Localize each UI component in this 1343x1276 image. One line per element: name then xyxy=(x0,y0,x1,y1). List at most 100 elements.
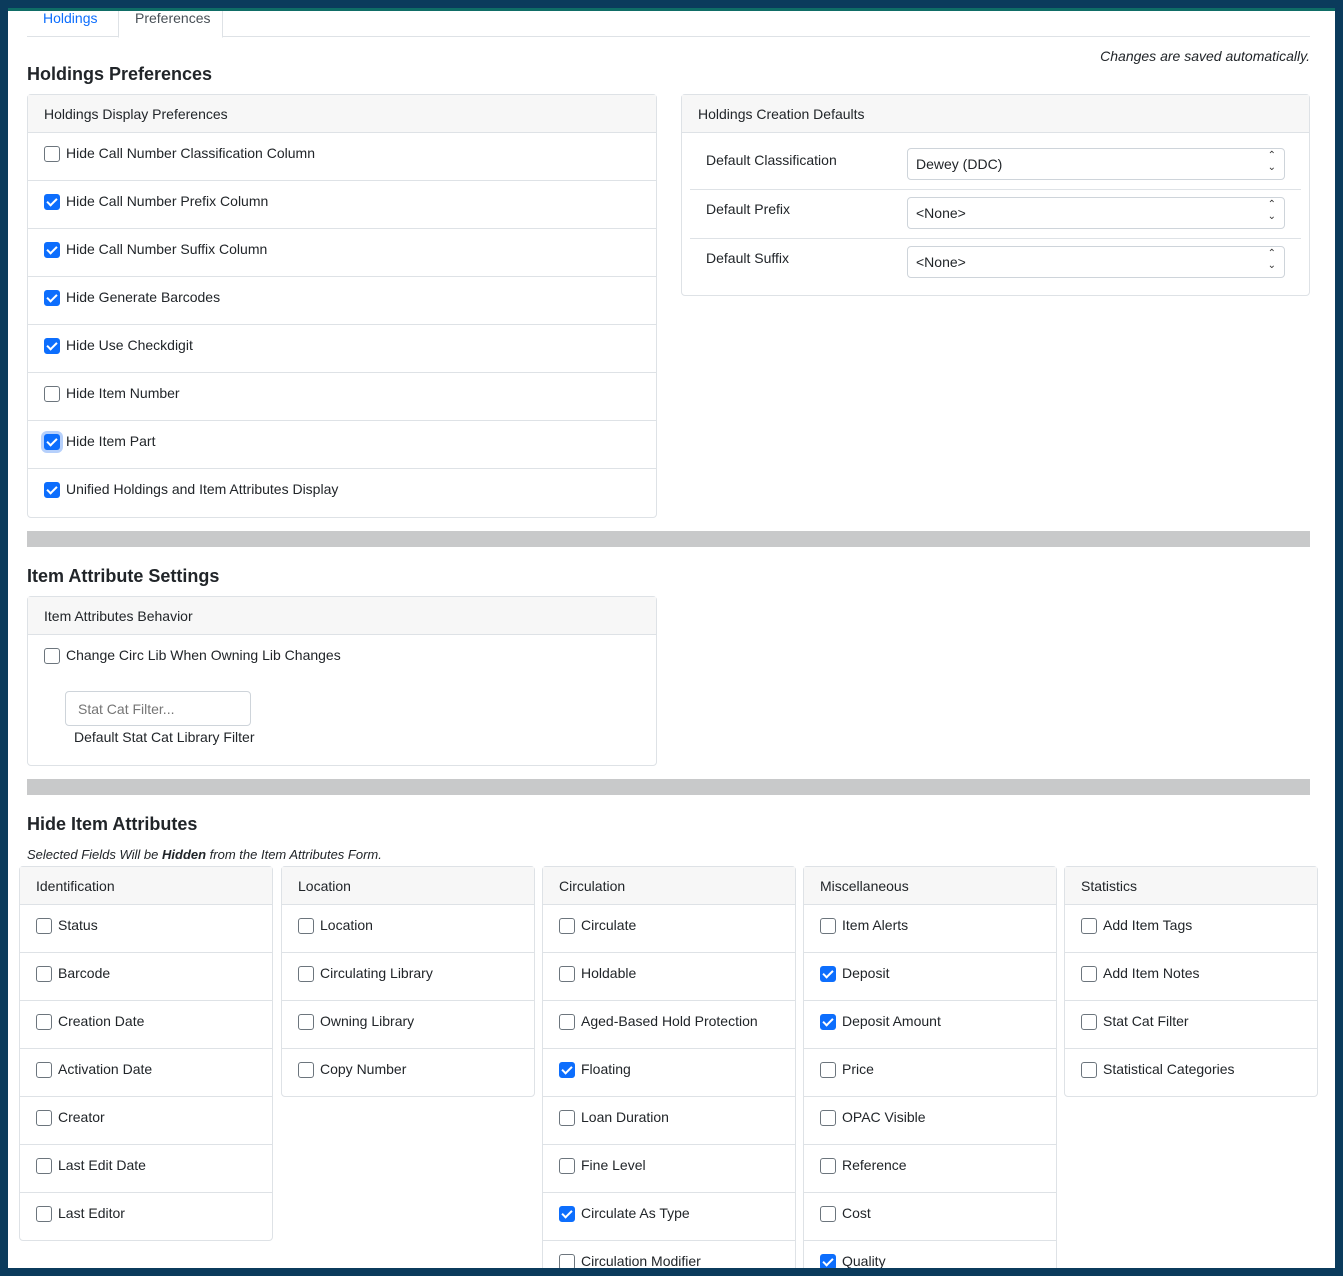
checkbox-row[interactable]: Activation Date xyxy=(20,1049,272,1097)
checkbox[interactable] xyxy=(36,1158,52,1174)
checkbox-label: Circulate xyxy=(581,917,637,933)
checkbox[interactable] xyxy=(1081,918,1097,934)
checkbox-row[interactable]: Creation Date xyxy=(20,1001,272,1049)
checkbox[interactable] xyxy=(36,918,52,934)
default-setting-select[interactable]: Dewey (DDC) ⌃ ⌄ xyxy=(907,148,1285,180)
checkbox-row[interactable]: Hide Generate Barcodes xyxy=(28,277,656,325)
checkbox-row[interactable]: Owning Library xyxy=(282,1001,534,1049)
checkbox[interactable] xyxy=(44,386,60,402)
checkbox-row[interactable]: Statistical Categories xyxy=(1065,1049,1317,1097)
stat-cat-filter-input[interactable] xyxy=(65,691,251,726)
default-setting-select[interactable]: <None> ⌃ ⌄ xyxy=(907,197,1285,229)
checkbox-row[interactable]: Quality xyxy=(804,1241,1056,1268)
checkbox-row[interactable]: Copy Number xyxy=(282,1049,534,1097)
tab-preferences[interactable]: Preferences xyxy=(118,11,223,38)
checkbox-row[interactable]: Fine Level xyxy=(543,1145,795,1193)
checkbox-row[interactable]: Deposit xyxy=(804,953,1056,1001)
checkbox-row[interactable]: Add Item Tags xyxy=(1065,905,1317,953)
checkbox[interactable] xyxy=(559,918,575,934)
checkbox-row[interactable]: Creator xyxy=(20,1097,272,1145)
checkbox-row[interactable]: Hide Item Part xyxy=(28,421,656,469)
checkbox-row[interactable]: Price xyxy=(804,1049,1056,1097)
checkbox[interactable] xyxy=(559,1110,575,1126)
checkbox[interactable] xyxy=(44,290,60,306)
checkbox[interactable] xyxy=(298,1014,314,1030)
checkbox-row[interactable]: Change Circ Lib When Owning Lib Changes xyxy=(28,635,656,683)
checkbox[interactable] xyxy=(559,1254,575,1268)
checkbox[interactable] xyxy=(820,966,836,982)
checkbox-row[interactable]: Add Item Notes xyxy=(1065,953,1317,1001)
checkbox-row[interactable]: Floating xyxy=(543,1049,795,1097)
checkbox[interactable] xyxy=(36,1014,52,1030)
checkbox[interactable] xyxy=(36,966,52,982)
spinner-arrows-icon[interactable]: ⌃ ⌄ xyxy=(1268,199,1276,223)
checkbox[interactable] xyxy=(36,1206,52,1222)
checkbox-row[interactable]: Loan Duration xyxy=(543,1097,795,1145)
checkbox-row[interactable]: Circulate As Type xyxy=(543,1193,795,1241)
checkbox-row[interactable]: OPAC Visible xyxy=(804,1097,1056,1145)
checkbox-row[interactable]: Hide Call Number Suffix Column xyxy=(28,229,656,277)
checkbox[interactable] xyxy=(820,1158,836,1174)
checkbox[interactable] xyxy=(298,1062,314,1078)
checkbox-row[interactable]: Location xyxy=(282,905,534,953)
checkbox-row[interactable]: Circulation Modifier xyxy=(543,1241,795,1268)
checkbox[interactable] xyxy=(559,1158,575,1174)
checkbox[interactable] xyxy=(44,338,60,354)
checkbox[interactable] xyxy=(559,1062,575,1078)
checkbox-label: Change Circ Lib When Owning Lib Changes xyxy=(66,647,341,663)
checkbox-label: Aged-Based Hold Protection xyxy=(581,1013,758,1029)
checkbox[interactable] xyxy=(44,242,60,258)
checkbox[interactable] xyxy=(1081,966,1097,982)
spinner-arrows-icon[interactable]: ⌃ ⌄ xyxy=(1268,150,1276,174)
checkbox[interactable] xyxy=(1081,1014,1097,1030)
checkbox-row[interactable]: Circulating Library xyxy=(282,953,534,1001)
checkbox[interactable] xyxy=(36,1062,52,1078)
card-header: Statistics xyxy=(1065,867,1317,905)
checkbox-row[interactable]: Cost xyxy=(804,1193,1056,1241)
checkbox[interactable] xyxy=(559,966,575,982)
checkbox[interactable] xyxy=(559,1206,575,1222)
checkbox-row[interactable]: Circulate xyxy=(543,905,795,953)
tab-holdings[interactable]: Holdings xyxy=(27,11,118,37)
checkbox-row[interactable]: Barcode xyxy=(20,953,272,1001)
checkbox-label: Owning Library xyxy=(320,1013,415,1029)
checkbox-row[interactable]: Item Alerts xyxy=(804,905,1056,953)
checkbox-row[interactable]: Aged-Based Hold Protection xyxy=(543,1001,795,1049)
autosave-note: Changes are saved automatically. xyxy=(1100,48,1310,64)
checkbox-row[interactable]: Stat Cat Filter xyxy=(1065,1001,1317,1049)
checkbox-row[interactable]: Reference xyxy=(804,1145,1056,1193)
checkbox-row[interactable]: Last Editor xyxy=(20,1193,272,1241)
checkbox-row[interactable]: Hide Item Number xyxy=(28,373,656,421)
checkbox-row[interactable]: Hide Use Checkdigit xyxy=(28,325,656,373)
checkbox[interactable] xyxy=(298,966,314,982)
checkbox-row[interactable]: Hide Call Number Classification Column xyxy=(28,133,656,181)
checkbox[interactable] xyxy=(820,1206,836,1222)
default-setting-select[interactable]: <None> ⌃ ⌄ xyxy=(907,246,1285,278)
checkbox[interactable] xyxy=(44,194,60,210)
checkbox-row[interactable]: Unified Holdings and Item Attributes Dis… xyxy=(28,469,656,517)
checkbox[interactable] xyxy=(298,918,314,934)
checkbox-row[interactable]: Deposit Amount xyxy=(804,1001,1056,1049)
default-setting-label: Default Classification xyxy=(706,152,837,168)
checkbox[interactable] xyxy=(820,918,836,934)
checkbox-row[interactable]: Hide Call Number Prefix Column xyxy=(28,181,656,229)
checkbox[interactable] xyxy=(820,1110,836,1126)
checkbox[interactable] xyxy=(44,482,60,498)
spinner-arrows-icon[interactable]: ⌃ ⌄ xyxy=(1268,248,1276,272)
checkbox[interactable] xyxy=(1081,1062,1097,1078)
checkbox[interactable] xyxy=(44,648,60,664)
checkbox[interactable] xyxy=(44,146,60,162)
checkbox[interactable] xyxy=(36,1110,52,1126)
checkbox[interactable] xyxy=(820,1254,836,1268)
checkbox-label: Hide Call Number Prefix Column xyxy=(66,193,269,209)
checkbox-row[interactable]: Last Edit Date xyxy=(20,1145,272,1193)
checkbox-label: Reference xyxy=(842,1157,907,1173)
checkbox[interactable] xyxy=(820,1014,836,1030)
checkbox[interactable] xyxy=(559,1014,575,1030)
attributes-column-identification: Identification Status Barcode Creation Date… xyxy=(19,866,273,1241)
checkbox[interactable] xyxy=(820,1062,836,1078)
checkbox-row[interactable]: Holdable xyxy=(543,953,795,1001)
checkbox-row[interactable]: Status xyxy=(20,905,272,953)
checkbox-label: OPAC Visible xyxy=(842,1109,926,1125)
checkbox[interactable] xyxy=(44,434,60,450)
